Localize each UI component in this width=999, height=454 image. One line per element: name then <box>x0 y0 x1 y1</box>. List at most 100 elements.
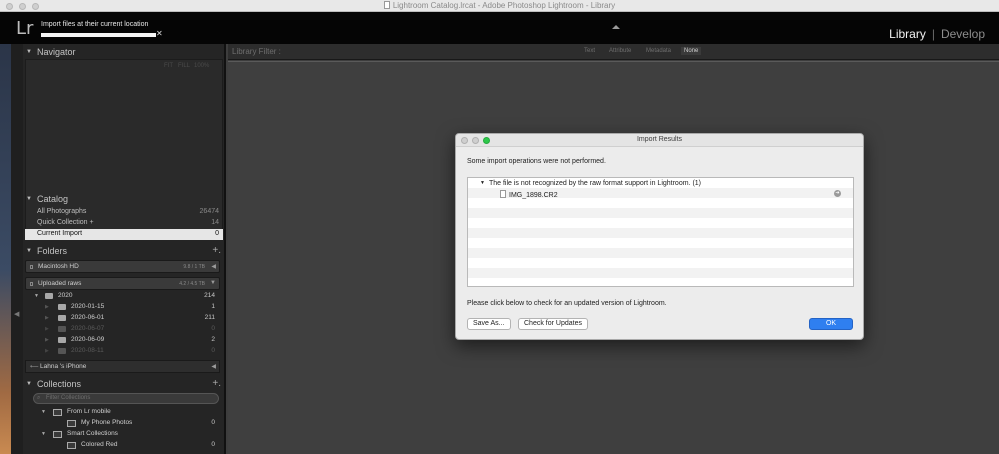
expand-triangle-icon[interactable]: ▶ <box>45 304 49 310</box>
result-group-row[interactable]: ▼ The file is not recognized by the raw f… <box>480 180 701 187</box>
folder-icon <box>45 293 53 299</box>
library-filter-bar: Library Filter : Text Attribute Metadata… <box>228 44 999 60</box>
disclosure-triangle-icon[interactable]: ▼ <box>480 180 485 186</box>
folder-row-2020-06-07[interactable]: ▶ 2020-06-07 0 <box>25 324 220 335</box>
drive-icon <box>30 282 33 286</box>
collection-set-icon <box>53 431 62 438</box>
catalog-item-all-photographs[interactable]: All Photographs 26474 <box>25 207 223 218</box>
navigator-title: Navigator <box>37 47 76 57</box>
lightroom-logo: Lr <box>16 18 34 39</box>
identity-plate: Lr Import files at their current locatio… <box>0 12 999 44</box>
collection-my-phone-photos[interactable]: My Phone Photos 0 <box>25 418 220 429</box>
expand-triangle-icon[interactable]: ▶ <box>45 315 49 321</box>
left-edge-strip[interactable]: ◀ <box>11 44 23 454</box>
update-note: Please click below to check for an updat… <box>467 300 667 307</box>
left-panel: ▼ Navigator FIT FILL 100% ▼ Catalog All … <box>23 44 226 454</box>
filter-attribute[interactable]: Attribute <box>606 47 634 55</box>
collapse-triangle-icon[interactable]: ▼ <box>26 381 32 387</box>
folders-header[interactable]: ▼ Folders +. <box>23 245 226 259</box>
results-stripe <box>468 218 853 228</box>
expand-triangle-icon[interactable]: ▶ <box>45 326 49 332</box>
window-title-bar: Lightroom Catalog.lrcat - Adobe Photosho… <box>0 0 999 12</box>
results-list[interactable]: ▼ The file is not recognized by the raw f… <box>467 177 854 287</box>
folder-icon <box>58 315 66 321</box>
module-library[interactable]: Library <box>889 27 926 41</box>
folder-row-2020-08-11[interactable]: ▶ 2020-08-11 0 <box>25 346 220 357</box>
volume-macintosh-hd[interactable]: Macintosh HD 9.8 / 1 TB ◀ <box>25 260 220 273</box>
filter-metadata[interactable]: Metadata <box>643 47 674 55</box>
expand-triangle-icon[interactable]: ▶ <box>45 348 49 354</box>
dialog-title: Import Results <box>636 136 683 143</box>
collapse-triangle-icon[interactable]: ▼ <box>26 196 32 202</box>
collection-set-from-lr-mobile[interactable]: ▼ From Lr mobile <box>25 407 220 418</box>
filter-none[interactable]: None <box>681 47 702 55</box>
collections-header[interactable]: ▼ Collections +. <box>23 378 226 392</box>
results-stripe <box>468 238 853 248</box>
results-stripe <box>468 248 853 258</box>
result-file-row[interactable]: IMG_1898.CR2 <box>500 190 558 199</box>
file-icon <box>500 190 506 198</box>
expand-triangle-icon[interactable]: ▶ <box>45 337 49 343</box>
search-icon: ⌕ <box>37 395 41 401</box>
filter-collections-input[interactable]: ⌕ Filter Collections <box>33 393 219 404</box>
volume-uploaded-raws[interactable]: Uploaded raws 4.2 / 4.5 TB ▼ <box>25 277 220 290</box>
navigator-header[interactable]: ▼ Navigator <box>23 46 226 60</box>
collection-icon <box>67 420 76 427</box>
device-collapsed-icon[interactable]: ◀ <box>211 363 216 370</box>
volume-collapsed-icon[interactable]: ◀ <box>211 263 216 270</box>
import-progress-bar <box>41 33 156 37</box>
desktop-background <box>0 44 11 454</box>
expand-triangle-icon[interactable]: ▼ <box>41 431 46 437</box>
folder-icon <box>58 304 66 310</box>
smart-collection-colored-red[interactable]: Colored Red 0 <box>25 440 220 451</box>
catalog-item-quick-collection[interactable]: Quick Collection + 14 <box>25 218 223 229</box>
cancel-import-icon[interactable]: ✕ <box>156 29 163 38</box>
zoom-fill-option[interactable]: FILL <box>178 63 190 69</box>
results-stripe <box>468 228 853 238</box>
smart-collection-icon <box>67 442 76 449</box>
folder-row-2020[interactable]: ▼ 2020 214 <box>25 291 220 302</box>
zoom-100-option[interactable]: 100% <box>194 63 209 69</box>
folder-icon <box>58 326 66 332</box>
document-icon <box>383 1 390 9</box>
zoom-fit-option[interactable]: FIT <box>164 63 173 69</box>
import-progress-fill <box>41 33 156 37</box>
catalog-header[interactable]: ▼ Catalog <box>23 193 226 207</box>
module-develop[interactable]: Develop <box>941 27 985 41</box>
library-filter-title: Library Filter : <box>232 47 281 56</box>
save-as-button[interactable]: Save As... <box>467 318 511 330</box>
import-status-text: Import files at their current location <box>41 21 149 28</box>
window-title: Lightroom Catalog.lrcat - Adobe Photosho… <box>0 1 999 10</box>
results-stripe <box>468 268 853 278</box>
module-separator: | <box>931 27 935 41</box>
folders-title: Folders <box>37 246 68 256</box>
expand-triangle-icon[interactable]: ▼ <box>34 293 39 299</box>
filter-text[interactable]: Text <box>581 47 598 55</box>
folder-row-2020-06-01[interactable]: ▶ 2020-06-01 211 <box>25 313 220 324</box>
device-iphone[interactable]: ⟵ Lahna 's iPhone ◀ <box>25 360 220 373</box>
catalog-item-current-import[interactable]: Current Import 0 <box>25 229 223 240</box>
module-picker: Library | Develop <box>889 27 985 41</box>
folder-row-2020-06-09[interactable]: ▶ 2020-06-09 2 <box>25 335 220 346</box>
folder-icon <box>58 348 66 354</box>
collapse-triangle-icon[interactable]: ▼ <box>26 248 32 254</box>
folder-icon <box>58 337 66 343</box>
results-stripe <box>468 198 853 208</box>
folder-row-2020-01-15[interactable]: ▶ 2020-01-15 1 <box>25 302 220 313</box>
collections-title: Collections <box>37 379 82 389</box>
reveal-in-finder-icon[interactable]: ➜ <box>834 190 841 197</box>
results-stripe <box>468 278 853 286</box>
add-collection-icon[interactable]: +. <box>212 378 221 389</box>
volume-expanded-icon[interactable]: ▼ <box>210 280 216 286</box>
collapse-top-panel-icon[interactable] <box>612 25 620 29</box>
expand-triangle-icon[interactable]: ▼ <box>41 409 46 415</box>
expand-left-panel-icon[interactable]: ◀ <box>14 310 19 318</box>
collection-set-smart-collections[interactable]: ▼ Smart Collections <box>25 429 220 440</box>
collapse-triangle-icon[interactable]: ▼ <box>26 49 32 55</box>
drive-icon <box>30 265 33 269</box>
check-for-updates-button[interactable]: Check for Updates <box>518 318 588 330</box>
catalog-title: Catalog <box>37 194 69 204</box>
add-folder-icon[interactable]: +. <box>212 245 221 256</box>
dialog-title-bar: Import Results <box>456 134 863 147</box>
ok-button[interactable]: OK <box>809 318 853 330</box>
